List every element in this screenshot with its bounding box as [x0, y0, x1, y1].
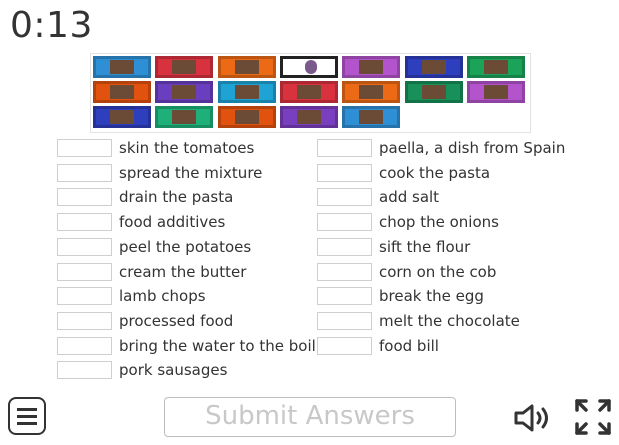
image-tile[interactable]	[217, 106, 276, 128]
timer: 0:13	[10, 5, 93, 46]
drop-slot[interactable]	[317, 311, 372, 330]
food-photo	[110, 110, 134, 124]
food-photo	[172, 85, 197, 99]
drop-slot[interactable]	[57, 139, 112, 157]
answer-label: peel the potatoes	[119, 237, 252, 256]
image-tile[interactable]	[217, 81, 276, 103]
answer-label: spread the mixture	[119, 163, 263, 182]
image-tile[interactable]	[342, 56, 401, 78]
answer-label: cream the butter	[119, 262, 247, 281]
image-tile[interactable]	[466, 81, 525, 103]
answer-label: sift the flour	[379, 237, 471, 256]
image-tile[interactable]	[217, 56, 276, 78]
image-tile[interactable]	[93, 56, 151, 78]
drop-slot[interactable]	[57, 213, 112, 232]
food-photo	[234, 85, 259, 99]
answer-label: cook the pasta	[379, 163, 491, 182]
food-photo	[304, 60, 317, 74]
drop-slot[interactable]	[57, 336, 112, 355]
answer-label: food additives	[119, 213, 226, 232]
submit-answers-button[interactable]: Submit Answers	[164, 397, 456, 437]
answer-label: corn on the cob	[379, 262, 497, 281]
answer-label: break the egg	[379, 287, 484, 306]
food-photo	[172, 60, 197, 74]
image-tile[interactable]	[93, 106, 151, 128]
food-photo	[296, 85, 321, 99]
food-photo	[359, 85, 384, 99]
answer-label: bring the water to the boil	[119, 336, 316, 355]
food-photo	[483, 85, 508, 99]
menu-icon	[17, 407, 37, 411]
drop-slot[interactable]	[57, 262, 112, 281]
image-tile[interactable]	[279, 106, 338, 128]
drop-slot[interactable]	[317, 163, 372, 182]
fullscreen-icon[interactable]	[574, 398, 612, 436]
drop-slot[interactable]	[317, 336, 372, 355]
image-tile[interactable]	[342, 81, 401, 103]
image-tile[interactable]	[155, 106, 214, 128]
drop-slot[interactable]	[57, 361, 112, 380]
drop-slot[interactable]	[57, 311, 112, 330]
drop-slot[interactable]	[317, 213, 372, 232]
food-photo	[110, 60, 134, 74]
image-tile[interactable]	[404, 81, 463, 103]
tile-tray	[90, 53, 531, 133]
answer-label: paella, a dish from Spain	[379, 139, 566, 157]
answer-label: pork sausages	[119, 361, 228, 380]
food-photo	[483, 60, 508, 74]
food-photo	[172, 110, 197, 124]
food-photo	[234, 60, 259, 74]
drop-slot[interactable]	[317, 287, 372, 306]
drop-slot[interactable]	[317, 262, 372, 281]
answer-label: add salt	[379, 188, 440, 207]
answer-label: drain the pasta	[119, 188, 234, 207]
food-photo	[234, 110, 259, 124]
image-tile[interactable]	[155, 81, 214, 103]
drop-slot[interactable]	[57, 188, 112, 207]
food-photo	[421, 85, 446, 99]
answer-label: skin the tomatoes	[119, 139, 255, 157]
answer-label: processed food	[119, 311, 234, 330]
answer-label: melt the chocolate	[379, 311, 520, 330]
image-tile[interactable]	[342, 106, 401, 128]
food-photo	[359, 60, 384, 74]
food-photo	[296, 110, 321, 124]
drop-slot[interactable]	[317, 237, 372, 256]
image-tile[interactable]	[155, 56, 214, 78]
menu-button[interactable]	[8, 397, 46, 435]
drop-slot[interactable]	[317, 139, 372, 157]
image-tile[interactable]	[466, 56, 525, 78]
image-tile[interactable]	[279, 56, 338, 78]
answer-label: food bill	[379, 336, 439, 355]
drop-slot[interactable]	[317, 188, 372, 207]
answer-label: lamb chops	[119, 287, 206, 306]
food-photo	[359, 110, 384, 124]
image-tile[interactable]	[279, 81, 338, 103]
image-tile[interactable]	[404, 56, 463, 78]
drop-slot[interactable]	[57, 237, 112, 256]
drop-slot[interactable]	[57, 163, 112, 182]
drop-slot[interactable]	[57, 287, 112, 306]
speaker-icon[interactable]	[513, 403, 553, 433]
food-photo	[421, 60, 446, 74]
answer-label: chop the onions	[379, 213, 499, 232]
image-tile[interactable]	[93, 81, 151, 103]
food-photo	[110, 85, 134, 99]
